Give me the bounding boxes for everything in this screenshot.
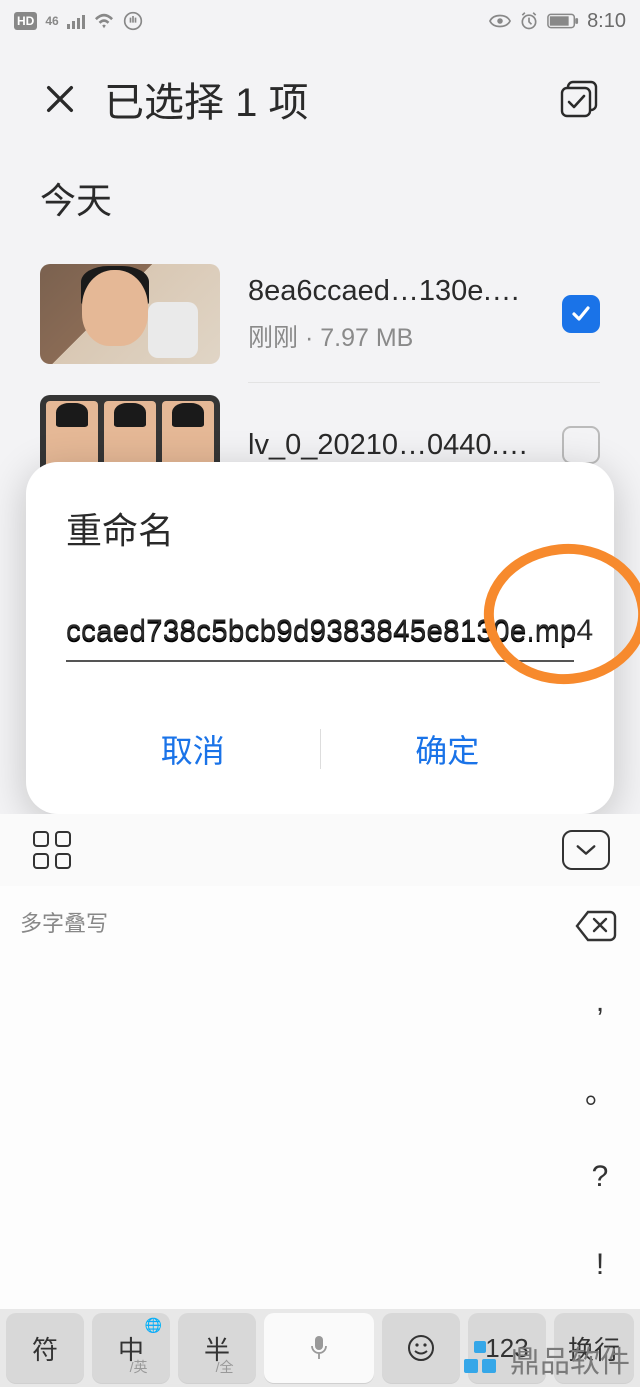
eye-icon	[489, 13, 511, 29]
file-meta: 刚刚 · 7.97 MB	[248, 318, 534, 354]
video-thumbnail	[40, 264, 220, 364]
key-space[interactable]	[264, 1313, 374, 1383]
file-name: lv_0_20210…0440.mp4	[248, 429, 534, 462]
chevron-down-icon	[575, 843, 597, 857]
wifi-icon	[93, 12, 115, 30]
backspace-button[interactable]	[574, 908, 618, 944]
signal-icon	[67, 13, 85, 29]
clock-text: 8:10	[587, 10, 626, 33]
keyboard-handwriting-area[interactable]: 多字叠写 , 。 ? !	[0, 886, 640, 1309]
file-name: 8ea6ccaed…130e.mp4	[248, 275, 534, 308]
select-all-button[interactable]	[558, 78, 600, 120]
watermark: 鼎品软件	[460, 1337, 630, 1381]
selection-header: 已选择 1 项	[0, 42, 640, 158]
watermark-text: 鼎品软件	[510, 1337, 630, 1381]
alarm-icon	[519, 11, 539, 31]
smile-icon	[406, 1333, 436, 1363]
key-symbols[interactable]: 符	[6, 1313, 84, 1383]
network-icon: 46	[45, 14, 58, 28]
hand-icon	[123, 11, 143, 31]
close-button[interactable]	[40, 79, 80, 119]
file-row[interactable]: 8ea6ccaed…130e.mp4 刚刚 · 7.97 MB	[40, 264, 600, 364]
key-comma[interactable]: ,	[560, 958, 640, 1046]
watermark-logo	[460, 1339, 500, 1379]
key-language[interactable]: 🌐 中/英	[92, 1313, 170, 1383]
keyboard-hint: 多字叠写	[20, 906, 108, 938]
status-bar: HD 46 8:10	[0, 0, 640, 42]
key-emoji[interactable]	[382, 1313, 460, 1383]
keyboard-toolbar	[0, 814, 640, 886]
key-period[interactable]: 。	[560, 1046, 640, 1134]
mic-icon	[309, 1334, 329, 1362]
checkbox-checked[interactable]	[562, 295, 600, 333]
keyboard-collapse-button[interactable]	[562, 830, 610, 870]
rename-dialog: 重命名 ccaed738c5bcb9d9383845e8130e.mp4 取消 …	[26, 462, 614, 814]
key-question[interactable]: ?	[560, 1134, 640, 1222]
page-title: 已选择 1 项	[104, 70, 558, 128]
section-heading: 今天	[40, 172, 600, 224]
keyboard-symbol-column: , 。 ? !	[560, 958, 640, 1309]
cancel-button[interactable]: 取消	[66, 708, 320, 790]
grid-icon	[33, 831, 71, 869]
rename-input[interactable]	[66, 610, 574, 662]
file-list: 今天 8ea6ccaed…130e.mp4 刚刚 · 7.97 MB lv_0_…	[0, 172, 640, 495]
checkbox-unchecked[interactable]	[562, 426, 600, 464]
key-width[interactable]: 半/全	[178, 1313, 256, 1383]
keyboard-grid-button[interactable]	[30, 828, 74, 872]
dialog-title: 重命名	[66, 502, 574, 554]
globe-icon: 🌐	[145, 1317, 162, 1334]
divider	[248, 382, 600, 383]
battery-icon	[547, 13, 579, 29]
key-exclaim[interactable]: !	[560, 1221, 640, 1309]
confirm-button[interactable]: 确定	[321, 708, 575, 790]
hd-badge: HD	[14, 12, 37, 30]
